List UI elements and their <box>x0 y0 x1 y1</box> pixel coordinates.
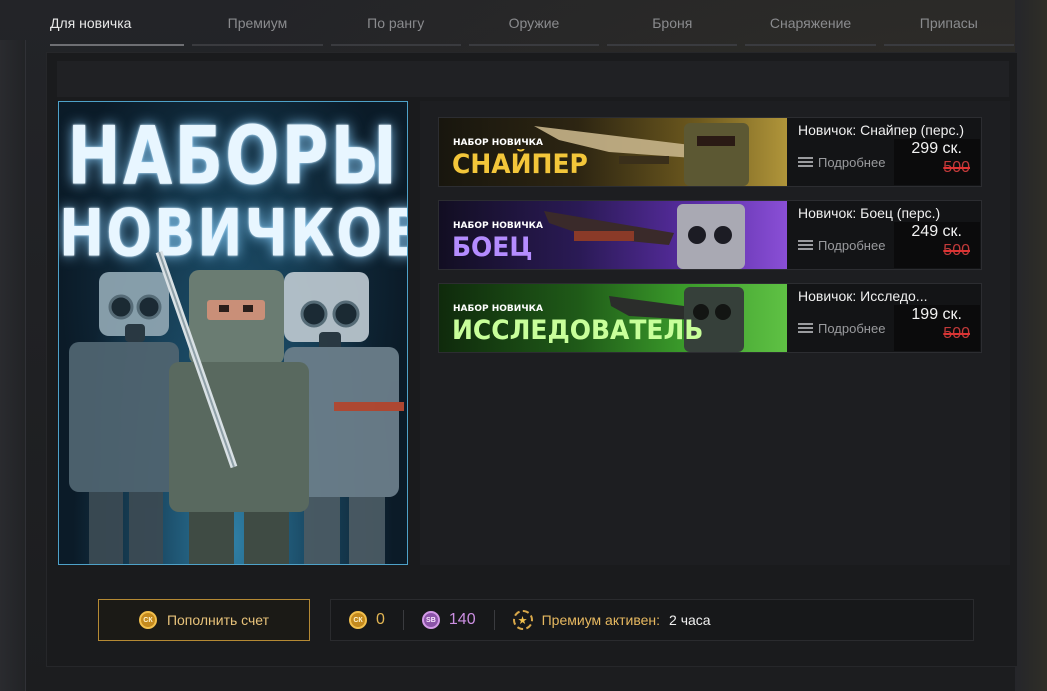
kits-list: НАБОР НОВИЧКА СНАЙПЕР Новичок: Снайпер (… <box>420 101 1010 565</box>
premium-status: ★ Премиум активен: 2 часа <box>495 600 729 640</box>
list-icon <box>798 323 813 334</box>
wallet-panel: СК 0 SB 140 ★ Премиум активен: 2 часа <box>330 599 974 641</box>
gold-balance: СК 0 <box>331 600 403 640</box>
sk-balance-value: 140 <box>448 611 476 628</box>
details-label: Подробнее <box>818 321 886 336</box>
kit-sniper-kit-label: НАБОР НОВИЧКА <box>453 138 543 148</box>
kit-explorer-banner-name: ИССЛЕДОВАТЕЛЬ <box>452 315 704 346</box>
kit-explorer-banner: НАБОР НОВИЧКА ИССЛЕДОВАТЕЛЬ <box>439 284 787 352</box>
topup-label: Пополнить счет <box>166 612 270 628</box>
soldier-left <box>69 272 179 564</box>
kit-fighter-old-price: 500 <box>943 242 970 259</box>
kit-explorer-kit-label: НАБОР НОВИЧКА <box>453 304 543 314</box>
kit-explorer-info: Новичок: Исследо... Подробнее 199 ск. 50… <box>789 284 981 352</box>
kit-sniper-info: Новичок: Снайпер (перс.) Подробнее 299 с… <box>789 118 981 186</box>
tab-supplies[interactable]: Припасы <box>880 0 1018 46</box>
sk-balance: SB 140 <box>404 600 494 640</box>
kit-explorer[interactable]: НАБОР НОВИЧКА ИССЛЕДОВАТЕЛЬ Новичок: Исс… <box>438 283 982 353</box>
right-side-panel <box>1015 0 1047 691</box>
kit-explorer-details-link[interactable]: Подробнее <box>798 321 885 336</box>
kit-explorer-price: 199 ск. <box>911 306 962 323</box>
premium-value: 2 часа <box>669 612 711 628</box>
kit-explorer-title: Новичок: Исследо... <box>798 288 928 304</box>
details-label: Подробнее <box>818 238 886 253</box>
kit-sniper[interactable]: НАБОР НОВИЧКА СНАЙПЕР Новичок: Снайпер (… <box>438 117 982 187</box>
kit-sniper-details-link[interactable]: Подробнее <box>798 155 885 170</box>
kit-fighter-details-link[interactable]: Подробнее <box>798 238 885 253</box>
premium-label: Премиум активен: <box>541 612 661 628</box>
kit-fighter-banner-name: БОЕЦ <box>452 232 533 263</box>
tab-weapons[interactable]: Оружие <box>465 0 603 46</box>
gold-coin-icon: СК <box>349 611 367 629</box>
soldiers-illustration <box>69 250 404 564</box>
tab-by-rank[interactable]: По рангу <box>327 0 465 46</box>
gold-balance-value: 0 <box>376 611 385 628</box>
kit-fighter-title: Новичок: Боец (перс.) <box>798 205 941 221</box>
kit-sniper-banner: НАБОР НОВИЧКА СНАЙПЕР <box>439 118 787 186</box>
topup-button[interactable]: СК Пополнить счет <box>98 599 310 641</box>
newbie-kits-poster: НАБОРЫ НОВИЧКОВ <box>58 101 408 565</box>
gold-coin-icon: СК <box>138 611 157 629</box>
list-icon <box>798 240 813 251</box>
kit-fighter-pricebox: 249 ск. 500 <box>894 222 980 268</box>
premium-star-icon: ★ <box>512 610 533 630</box>
kit-fighter-info: Новичок: Боец (перс.) Подробнее 249 ск. … <box>789 201 981 269</box>
kit-fighter-banner: НАБОР НОВИЧКА БОЕЦ <box>439 201 787 269</box>
left-side-panel <box>0 40 26 691</box>
kit-sniper-old-price: 500 <box>943 159 970 176</box>
kit-explorer-pricebox: 199 ск. 500 <box>894 305 980 351</box>
kit-fighter-kit-label: НАБОР НОВИЧКА <box>453 221 543 231</box>
kit-sniper-title: Новичок: Снайпер (перс.) <box>798 122 964 138</box>
shop-content: НАБОРЫ НОВИЧКОВ НАБОР НОВИЧКА СНАЙПЕР Но… <box>46 52 1018 667</box>
kit-fighter-price: 249 ск. <box>911 223 962 240</box>
sk-coin-icon: SB <box>421 611 440 629</box>
category-tabs: Для новичка Премиум По рангу Оружие Брон… <box>46 0 1018 46</box>
content-top-bar <box>57 61 1009 97</box>
tab-newbie[interactable]: Для новичка <box>46 0 188 46</box>
tab-armor[interactable]: Броня <box>603 0 741 46</box>
kit-sniper-pricebox: 299 ск. 500 <box>894 139 980 185</box>
list-icon <box>798 157 813 168</box>
kit-sniper-price: 299 ск. <box>911 140 962 157</box>
kit-fighter[interactable]: НАБОР НОВИЧКА БОЕЦ Новичок: Боец (перс.)… <box>438 200 982 270</box>
details-label: Подробнее <box>818 155 886 170</box>
kit-explorer-old-price: 500 <box>943 325 970 342</box>
tab-equipment[interactable]: Снаряжение <box>741 0 879 46</box>
tab-premium[interactable]: Премиум <box>188 0 326 46</box>
kit-sniper-banner-name: СНАЙПЕР <box>452 149 588 180</box>
